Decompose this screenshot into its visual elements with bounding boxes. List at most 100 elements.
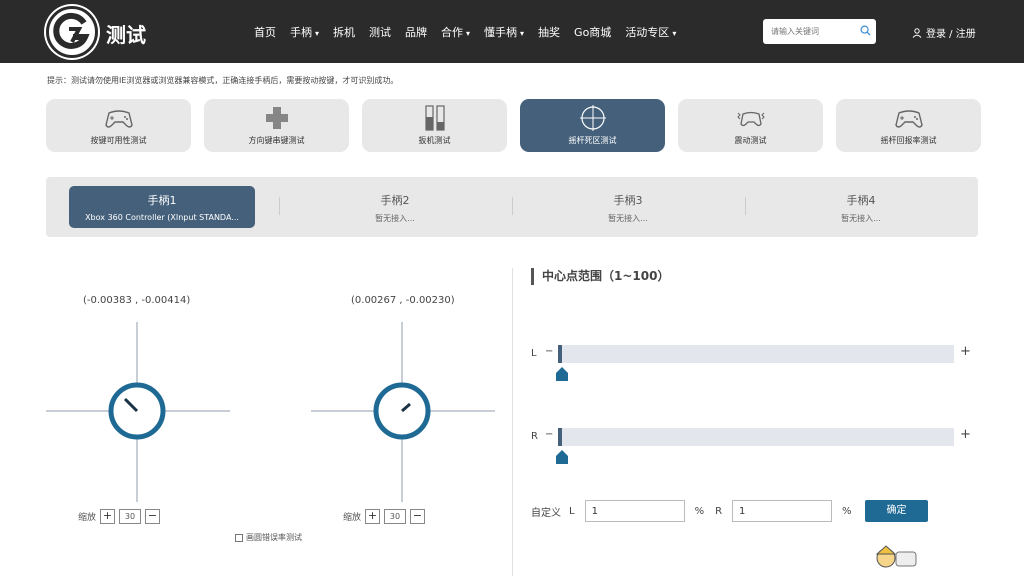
test-mode-cards: 按键可用性测试 方向键串键测试 扳机测试 摇杆死区测试 震动测试 摇杆回报率测试 xyxy=(46,99,981,152)
percent-sign: % xyxy=(842,505,852,517)
mode-card-label: 震动测试 xyxy=(734,136,767,145)
left-slider-label: L xyxy=(531,348,537,359)
nav-item[interactable]: 抽奖 xyxy=(538,24,560,40)
zoom-value[interactable]: 30 xyxy=(119,509,142,524)
custom-right-input[interactable] xyxy=(732,500,833,522)
left-slider-fill xyxy=(558,345,562,363)
controller-tab-title: 手柄4 xyxy=(846,194,876,207)
right-stick-coord: (0.00267 , -0.00230) xyxy=(351,295,455,306)
login-label: 登录 / 注册 xyxy=(926,29,976,40)
nav-item[interactable]: 懂手柄 ▾ xyxy=(484,24,524,40)
nav-item[interactable]: 拆机 xyxy=(333,24,355,40)
controller-tab[interactable]: 手柄3 暂无接入... xyxy=(535,186,721,228)
nav-item[interactable]: 合作 ▾ xyxy=(441,24,470,40)
nav-item[interactable]: Go商城 xyxy=(574,24,611,40)
chevron-down-icon: ▾ xyxy=(672,29,677,38)
controller-tab[interactable]: 手柄1 Xbox 360 Controller (XInput STANDA... xyxy=(69,186,255,228)
nav-item[interactable]: 活动专区 ▾ xyxy=(625,24,676,40)
controller-tab-status: 暂无接入... xyxy=(375,214,415,223)
site-logo[interactable] xyxy=(46,6,98,58)
dpad-icon xyxy=(265,107,288,129)
custom-right-label: R xyxy=(715,505,723,517)
left-zoom-control: 缩放 + 30 − xyxy=(78,509,161,524)
zoom-in-button[interactable]: + xyxy=(365,509,381,524)
zoom-label: 缩放 xyxy=(78,513,97,523)
custom-label: 自定义 xyxy=(531,507,561,519)
zoom-in-button[interactable]: + xyxy=(100,509,116,524)
controller-tab-status: 暂无接入... xyxy=(608,214,648,223)
controller-tab-title: 手柄3 xyxy=(613,194,643,207)
controller-tab-status: 暂无接入... xyxy=(841,214,881,223)
custom-left-input[interactable] xyxy=(584,500,685,522)
tab-separator xyxy=(279,197,280,215)
search-icon[interactable] xyxy=(860,25,871,36)
left-slider-minus[interactable]: − xyxy=(545,346,553,357)
user-icon xyxy=(912,27,922,38)
right-slider-thumb[interactable] xyxy=(556,450,568,464)
mode-card[interactable]: 震动测试 xyxy=(678,99,823,152)
trigger-bars-icon xyxy=(424,105,445,131)
right-slider-minus[interactable]: − xyxy=(545,429,553,440)
left-slider-thumb[interactable] xyxy=(556,367,568,381)
left-slider-plus[interactable]: + xyxy=(960,344,971,359)
nav-item-label: 抽奖 xyxy=(538,26,561,39)
gamepad-icon xyxy=(894,110,923,128)
zoom-value[interactable]: 30 xyxy=(384,509,407,524)
nav-item[interactable]: 手柄 ▾ xyxy=(290,24,319,40)
controller-tab-status: Xbox 360 Controller (XInput STANDA... xyxy=(85,213,239,222)
zoom-label: 缩放 xyxy=(343,513,362,523)
mode-card-label: 摇杆死区测试 xyxy=(568,136,617,145)
right-deadzone-slider[interactable] xyxy=(558,428,954,446)
gamepad-icon xyxy=(104,110,133,128)
controller-tab[interactable]: 手柄4 暂无接入... xyxy=(768,186,954,228)
mode-card-label: 按键可用性测试 xyxy=(90,136,147,145)
nav-item-label: Go商城 xyxy=(574,26,612,39)
zoom-out-button[interactable]: − xyxy=(145,509,161,524)
right-slider-plus[interactable]: + xyxy=(960,427,971,442)
chevron-down-icon: ▾ xyxy=(466,29,471,38)
circle-test-checkbox[interactable]: 画圆错误率测试 xyxy=(235,532,302,543)
mode-card[interactable]: 扳机测试 xyxy=(362,99,507,152)
left-stick-visual xyxy=(46,322,230,502)
nav-item-label: 品牌 xyxy=(405,26,428,39)
controller-tab-title: 手柄1 xyxy=(147,194,177,207)
mode-card-label: 扳机测试 xyxy=(418,136,451,145)
search-input[interactable] xyxy=(763,19,849,44)
nav-item[interactable]: 测试 xyxy=(369,24,391,40)
checkbox-box[interactable] xyxy=(235,533,243,542)
vibration-gamepad-icon xyxy=(736,111,765,127)
right-stick-visual xyxy=(311,322,495,502)
chevron-down-icon: ▾ xyxy=(520,29,525,38)
custom-deadzone-row: 自定义 L % R % xyxy=(531,500,852,522)
mascot-icon xyxy=(875,545,917,568)
mode-card[interactable]: 按键可用性测试 xyxy=(46,99,191,152)
custom-left-label: L xyxy=(569,505,575,517)
logo-text: 测试 xyxy=(106,23,146,47)
nav-item-label: 首页 xyxy=(254,26,276,39)
nav-item-label: 活动专区 xyxy=(625,26,670,39)
right-slider-label: R xyxy=(531,431,538,442)
controller-tab-title: 手柄2 xyxy=(380,194,410,207)
nav-item-label: 拆机 xyxy=(333,26,356,39)
deadzone-title: 中心点范围（1~100） xyxy=(531,268,669,285)
login-link[interactable]: 登录 / 注册 xyxy=(912,25,976,40)
mode-card[interactable]: 摇杆回报率测试 xyxy=(836,99,981,152)
tab-separator xyxy=(512,197,513,215)
controller-tab[interactable]: 手柄2 暂无接入... xyxy=(302,186,488,228)
zoom-out-button[interactable]: − xyxy=(410,509,426,524)
search-box xyxy=(763,19,876,44)
mode-card[interactable]: 摇杆死区测试 xyxy=(520,99,665,152)
nav-item[interactable]: 首页 xyxy=(254,24,276,40)
mode-card-label: 方向键串键测试 xyxy=(248,136,305,145)
nav-item-label: 合作 xyxy=(441,26,464,39)
tip-text: 提示：测试请勿使用IE浏览器或浏览器兼容模式，正确连接手柄后，需要按动按键，才可… xyxy=(47,76,399,85)
chevron-down-icon: ▾ xyxy=(315,29,320,38)
left-deadzone-slider[interactable] xyxy=(558,345,954,363)
nav-item[interactable]: 品牌 xyxy=(405,24,427,40)
top-header: 测试 首页手柄▾拆机测试品牌合作▾懂手柄▾抽奖Go商城活动专区▾ 登录 / 注册 xyxy=(0,0,1024,63)
crosshair-icon xyxy=(579,105,606,131)
percent-sign: % xyxy=(694,505,705,517)
mode-card[interactable]: 方向键串键测试 xyxy=(204,99,349,152)
confirm-button[interactable]: 确定 xyxy=(865,500,928,522)
right-slider-fill xyxy=(558,428,562,446)
